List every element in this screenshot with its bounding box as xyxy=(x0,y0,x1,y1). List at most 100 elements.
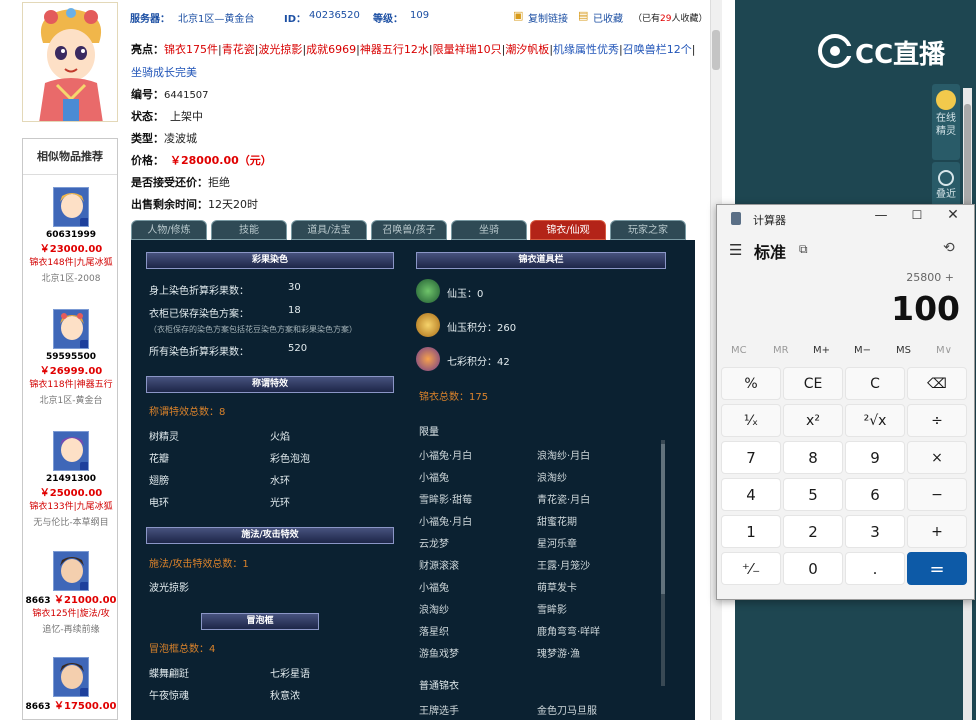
title-effect-item: 电环 xyxy=(149,498,169,509)
square-root-key[interactable]: ²√x xyxy=(845,404,905,437)
online-spirit-button[interactable]: 在线精灵 xyxy=(932,84,960,160)
two-key[interactable]: 2 xyxy=(783,515,843,548)
id-value: 40236520 xyxy=(309,10,360,21)
tab-character[interactable]: 人物/修炼 xyxy=(131,220,207,240)
spell-effect-item: 波光掠影 xyxy=(149,583,189,594)
memory-recall-button: MR xyxy=(773,345,789,356)
divide-key[interactable]: ÷ xyxy=(907,404,967,437)
similar-item[interactable]: 60631999 ￥23000.00 锦衣148件|九尾冰狐 北京1区-2008 xyxy=(23,187,117,284)
similar-item[interactable]: 21491300 ￥25000.00 锦衣133件|九尾冰狐 无与伦比-本草纲目 xyxy=(23,431,117,528)
limited-outfit: 落星织 xyxy=(419,627,449,638)
minimize-icon[interactable]: — xyxy=(869,208,893,228)
clear-key[interactable]: C xyxy=(845,367,905,400)
highlight-line2[interactable]: 坐骑成长完美 xyxy=(131,64,197,80)
highlight-tag[interactable]: 限量祥瑞10只 xyxy=(433,43,502,56)
minus-key[interactable]: − xyxy=(907,478,967,511)
item-thumbnail[interactable] xyxy=(53,551,89,591)
limited-outfit: 青花瓷·月白 xyxy=(537,495,591,506)
memory-store-button[interactable]: MS xyxy=(896,345,911,356)
status-value: 上架中 xyxy=(170,110,203,123)
highlight-tag[interactable]: 成就6969 xyxy=(306,43,356,56)
one-key[interactable]: 1 xyxy=(721,515,781,548)
limited-outfit: 星河乐章 xyxy=(537,539,577,550)
tab-skills[interactable]: 技能 xyxy=(211,220,287,240)
keep-on-top-icon[interactable]: ⧉ xyxy=(799,242,808,257)
item-thumbnail[interactable] xyxy=(53,657,89,697)
item-thumbnail[interactable] xyxy=(53,187,89,227)
eight-key[interactable]: 8 xyxy=(783,441,843,474)
tab-mounts[interactable]: 坐骑 xyxy=(451,220,527,240)
five-key[interactable]: 5 xyxy=(783,478,843,511)
item-price: ￥17500.00 xyxy=(54,701,117,712)
memory-subtract-button[interactable]: M− xyxy=(854,345,871,356)
zero-key[interactable]: 0 xyxy=(783,552,843,585)
maximize-icon[interactable]: ☐ xyxy=(905,208,929,228)
square-key[interactable]: x² xyxy=(783,404,843,437)
item-thumbnail[interactable] xyxy=(53,431,89,471)
plus-key[interactable]: + xyxy=(907,515,967,548)
copy-link-button[interactable]: 复制链接 xyxy=(528,10,568,25)
memory-list-button: M∨ xyxy=(936,345,952,356)
calculator-window: 计算器 — ☐ ✕ ☰ 标准 ⧉ ⟲ 25800 + 100 MC MR M+ … xyxy=(716,204,975,600)
favorited-button[interactable]: 已收藏 xyxy=(593,10,623,25)
title-effect-heading: 称谓特效 xyxy=(146,376,394,393)
highlight-tag[interactable]: 波光掠影 xyxy=(258,43,302,56)
history-icon[interactable]: ⟲ xyxy=(943,240,955,256)
highlight-tag[interactable]: 潮汐帆板 xyxy=(505,43,549,56)
highlight-tag[interactable]: 机缘属性优秀 xyxy=(553,43,619,56)
limited-outfit: 鹿角弯弯·咩咩 xyxy=(537,627,601,638)
outfit-list-scroll-thumb[interactable] xyxy=(661,444,665,594)
decimal-key[interactable]: . xyxy=(845,552,905,585)
calculator-titlebar[interactable]: 计算器 — ☐ ✕ xyxy=(717,205,974,233)
backspace-key[interactable]: ⌫ xyxy=(907,367,967,400)
negate-key[interactable]: ⁺⁄₋ xyxy=(721,552,781,585)
bubble-total: 冒泡框总数：4 xyxy=(149,644,216,655)
copy-link-icon[interactable]: ▣ xyxy=(513,9,523,22)
menu-icon[interactable]: ☰ xyxy=(729,241,742,259)
item-id: 59595500 xyxy=(45,352,97,362)
clear-entry-key[interactable]: CE xyxy=(783,367,843,400)
equals-key[interactable]: = xyxy=(907,552,967,585)
seven-key[interactable]: 7 xyxy=(721,441,781,474)
six-key[interactable]: 6 xyxy=(845,478,905,511)
similar-item[interactable]: 8663 ￥21000.00 锦衣125件|旋法/攻 追忆-再续前缘 xyxy=(23,551,117,635)
qicai-points-icon xyxy=(416,347,440,371)
highlight-tag[interactable]: 青花瓷 xyxy=(222,43,255,56)
xianyu-points: 仙玉积分：260 xyxy=(447,323,517,334)
highlight-tag[interactable]: 召唤兽栏12个 xyxy=(623,43,692,56)
item-thumbnail[interactable] xyxy=(53,309,89,349)
memory-add-button[interactable]: M+ xyxy=(813,345,830,356)
three-key[interactable]: 3 xyxy=(845,515,905,548)
highlight-tag[interactable]: 神器五行12水 xyxy=(360,43,429,56)
type-row: 类型：凌波城 xyxy=(131,132,197,145)
calculator-display: 100 xyxy=(891,289,960,328)
cc-logo-text: CC直播 xyxy=(855,40,946,70)
nine-key[interactable]: 9 xyxy=(845,441,905,474)
tab-outfits[interactable]: 锦衣/仙观 xyxy=(530,220,606,240)
four-key[interactable]: 4 xyxy=(721,478,781,511)
page-scroll-thumb[interactable] xyxy=(712,30,720,70)
limited-outfit: 小福兔·月白 xyxy=(419,517,473,528)
item-price: ￥26999.00 xyxy=(39,366,103,377)
qicai-points: 七彩积分：42 xyxy=(447,357,510,368)
limited-outfit: 游鱼戏梦 xyxy=(419,649,459,660)
online-spirit-label: 在线精灵 xyxy=(936,113,956,137)
highlight-tag[interactable]: 锦衣175件 xyxy=(164,43,218,56)
bubble-item: 午夜惊魂 xyxy=(149,691,189,702)
tab-home[interactable]: 玩家之家 xyxy=(610,220,686,240)
title-effect-item: 光环 xyxy=(270,498,290,509)
percent-key[interactable]: % xyxy=(721,367,781,400)
dye-note: （衣柜保存的染色方案包括花豆染色方案和彩果染色方案） xyxy=(149,325,357,334)
dye-heading: 彩果染色 xyxy=(146,252,394,269)
dye-row2-value: 18 xyxy=(288,305,301,316)
tab-summons[interactable]: 召唤兽/孩子 xyxy=(371,220,447,240)
similar-item[interactable]: 59595500 ￥26999.00 锦衣118件|神器五行 北京1区-黄金台 xyxy=(23,309,117,406)
status-row: 状态： 上架中 xyxy=(131,110,203,123)
tab-items[interactable]: 道具/法宝 xyxy=(291,220,367,240)
reciprocal-key[interactable]: ¹⁄ₓ xyxy=(721,404,781,437)
limited-outfit: 财源滚滚 xyxy=(419,561,459,572)
favorite-icon[interactable]: ▤ xyxy=(578,9,588,22)
multiply-key[interactable]: × xyxy=(907,441,967,474)
similar-item[interactable]: 8663 ￥17500.00 xyxy=(23,657,117,712)
close-icon[interactable]: ✕ xyxy=(941,207,965,227)
